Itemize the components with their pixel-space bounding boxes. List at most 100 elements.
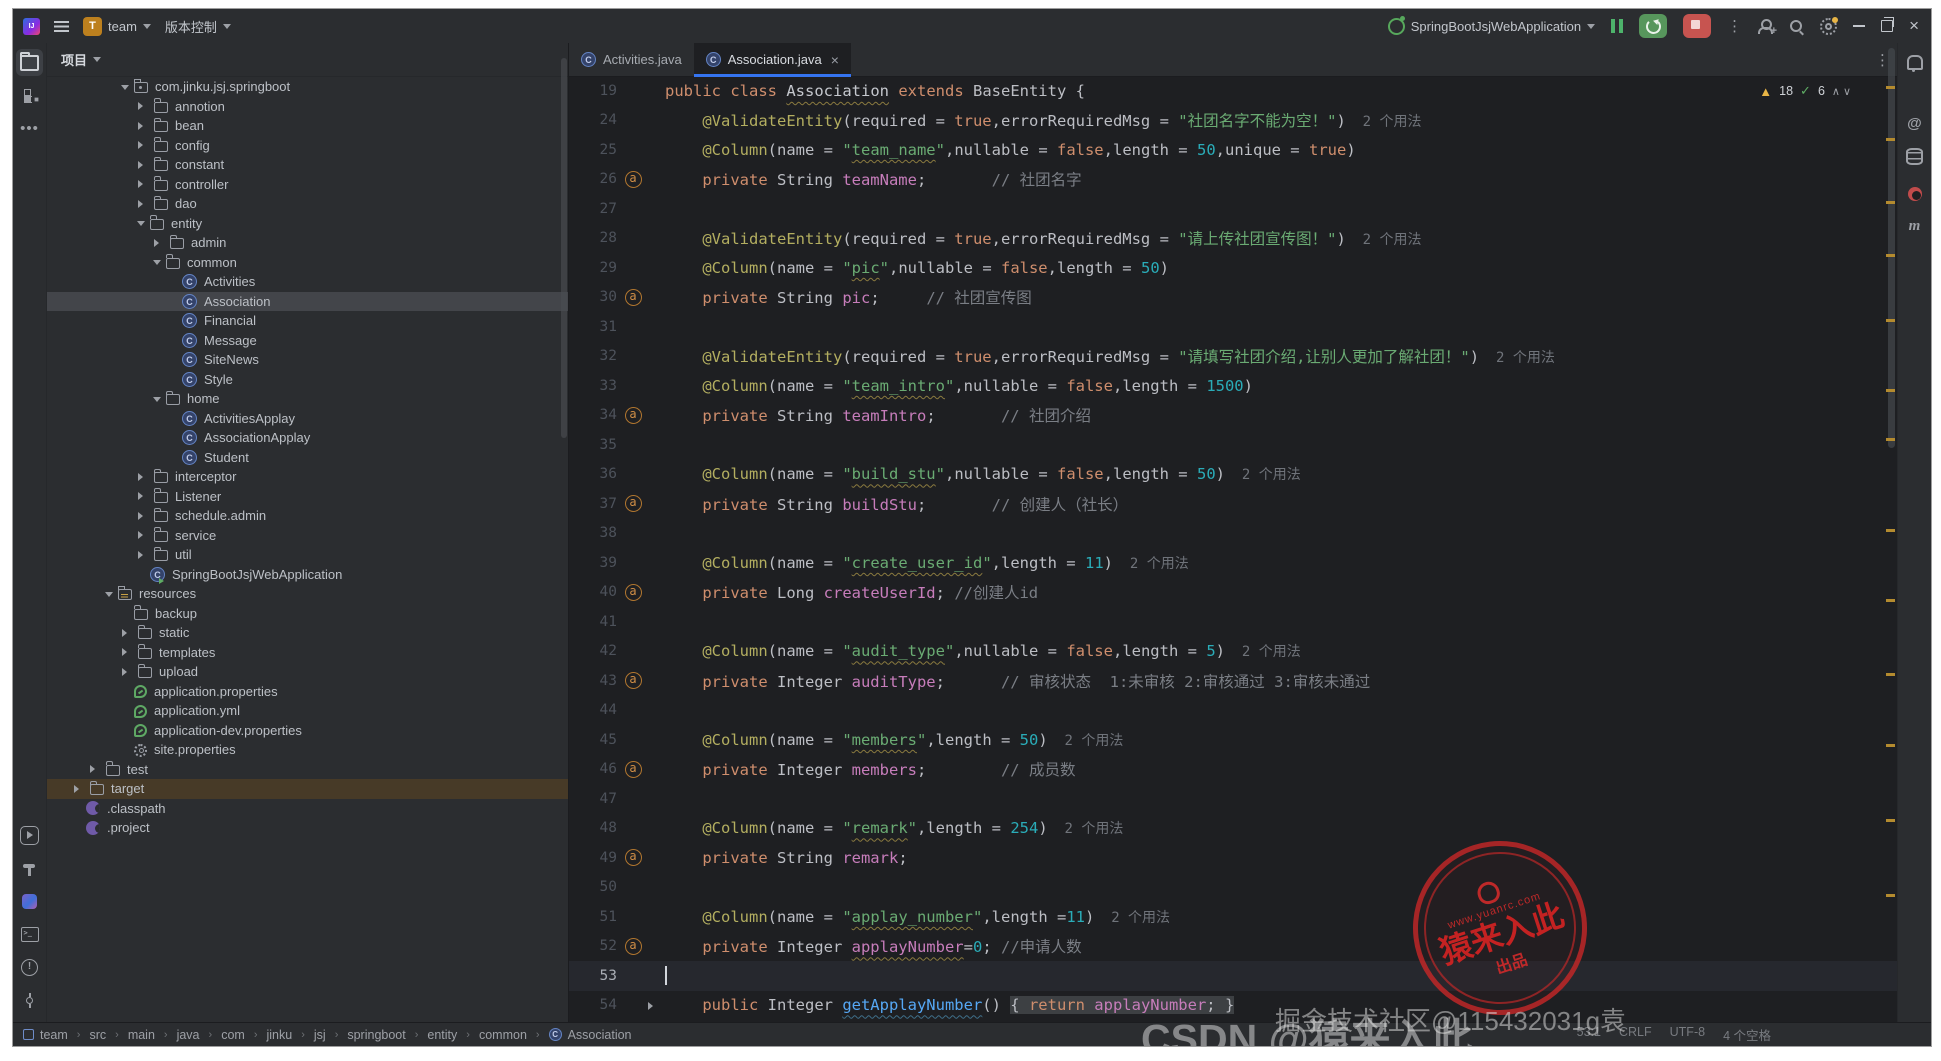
tree-chevron-icon[interactable] [90,765,99,774]
tree-item-upload[interactable]: upload [47,662,568,682]
warning-stripe-mark[interactable] [1886,201,1895,204]
tree-chevron-icon[interactable] [121,84,129,94]
annotation-gutter-icon[interactable]: a [621,583,645,601]
vcs-widget[interactable]: 版本控制 [165,17,231,36]
breadcrumb-item-main[interactable]: main [128,1028,155,1042]
tree-item-bean[interactable]: bean [47,116,568,136]
project-widget[interactable]: T team [83,16,151,36]
maven-tool-button[interactable]: m [1901,213,1928,240]
tree-item-site.properties[interactable]: site.properties [47,740,568,760]
mentions-tool-button[interactable]: @ [1901,110,1928,137]
pause-icon[interactable] [1611,19,1624,33]
warning-stripe-mark[interactable] [1886,599,1895,602]
close-tab-icon[interactable]: × [831,52,839,68]
annotation-gutter-icon[interactable]: a [621,495,645,513]
file-encoding[interactable]: UTF-8 [1670,1025,1705,1044]
tree-chevron-icon[interactable] [138,550,147,559]
tree-item-Listener[interactable]: Listener [47,487,568,507]
notifications-tool-button[interactable] [1901,49,1928,76]
tree-item-entity[interactable]: entity [47,214,568,234]
code-line-29[interactable]: 29 @Column(name = "pic",nullable = false… [569,253,1898,283]
tree-item-config[interactable]: config [47,136,568,156]
code-line-32[interactable]: 32 @ValidateEntity(required = true,error… [569,342,1898,372]
tree-item-SiteNews[interactable]: C SiteNews [47,350,568,370]
inspection-widget[interactable]: ▲ 18 ✓ 6 ∧∨ [1759,83,1854,99]
code-line-37[interactable]: 37 a private String buildStu; // 创建人（社长） [569,489,1898,519]
warning-stripe-mark[interactable] [1886,438,1895,441]
tree-chevron-icon[interactable] [138,511,147,520]
structure-tool-button[interactable] [16,82,43,109]
code-view[interactable]: 19 public class Association extends BaseE… [569,76,1898,1022]
run-configuration-widget[interactable]: SpringBootJsjWebApplication [1387,15,1596,35]
project-tool-button[interactable] [16,49,43,76]
tree-chevron-icon[interactable] [137,221,145,230]
annotation-gutter-icon[interactable]: a [621,170,645,188]
code-line-51[interactable]: 51 @Column(name = "applay_number",length… [569,902,1898,932]
tree-chevron-icon[interactable] [153,396,161,406]
tree-item-com.jinku.jsj.springboot[interactable]: com.jinku.jsj.springboot [47,77,568,97]
indent-setting[interactable]: 4 个空格 [1723,1025,1771,1044]
add-user-icon[interactable] [1758,18,1777,37]
breadcrumb-item-jinku[interactable]: jinku [266,1028,292,1042]
code-line-45[interactable]: 45 @Column(name = "members",length = 50)… [569,725,1898,755]
code-line-35[interactable]: 35 [569,430,1898,460]
tree-item-interceptor[interactable]: interceptor [47,467,568,487]
more-actions-icon[interactable]: ⋮ [1727,17,1742,35]
warning-stripe-mark[interactable] [1886,529,1895,532]
tab-Association.java[interactable]: C Association.java × [693,43,852,77]
code-line-42[interactable]: 42 @Column(name = "audit_type",nullable … [569,637,1898,667]
project-panel-header[interactable]: 项目 [47,43,568,77]
breadcrumb-item-jsj[interactable]: jsj [314,1028,326,1042]
tree-chevron-icon[interactable] [153,260,161,269]
maximize-icon[interactable] [1881,17,1895,32]
code-line-40[interactable]: 40 a private Long createUserId; //创建人id [569,578,1898,608]
breadcrumb-item-common[interactable]: common [479,1028,527,1042]
warning-stripe-mark[interactable] [1886,744,1895,747]
tree-chevron-icon[interactable] [138,199,147,208]
tree-item-backup[interactable]: backup [47,604,568,624]
code-line-47[interactable]: 47 [569,784,1898,814]
settings-gear-icon[interactable] [1820,16,1839,35]
tree-chevron-icon[interactable] [105,591,113,601]
breadcrumb-item-Association[interactable]: C Association [548,1028,632,1042]
tree-item-Style[interactable]: C Style [47,370,568,390]
breadcrumb-item-team[interactable]: team [23,1028,68,1042]
warning-stripe-mark[interactable] [1886,254,1895,257]
tab-Activities.java[interactable]: C Activities.java [569,43,694,76]
more-tool-windows-button[interactable]: ••• [16,115,43,142]
breadcrumb-item-src[interactable]: src [89,1028,106,1042]
database-tool-button[interactable] [1901,143,1928,170]
annotation-gutter-icon[interactable]: a [621,672,645,690]
tree-chevron-icon[interactable] [138,180,147,189]
tree-item-AssociationApplay[interactable]: C AssociationApplay [47,428,568,448]
code-line-44[interactable]: 44 [569,696,1898,726]
warning-stripe-mark[interactable] [1886,389,1895,392]
code-line-48[interactable]: 48 @Column(name = "remark",length = 254)… [569,814,1898,844]
tree-chevron-icon[interactable] [138,492,147,501]
code-line-27[interactable]: 27 [569,194,1898,224]
warning-stripe-mark[interactable] [1886,319,1895,322]
code-line-28[interactable]: 28 @ValidateEntity(required = true,error… [569,224,1898,254]
tree-chevron-icon[interactable] [122,667,131,676]
tree-item-constant[interactable]: constant [47,155,568,175]
tree-item-Activities[interactable]: C Activities [47,272,568,292]
tree-item-annotion[interactable]: annotion [47,97,568,117]
code-line-19[interactable]: 19 public class Association extends BaseE… [569,76,1898,106]
code-line-30[interactable]: 30 a private String pic; // 社团宣传图 [569,283,1898,313]
tree-item-.classpath[interactable]: .classpath [47,799,568,819]
tree-chevron-icon[interactable] [154,238,163,247]
code-line-46[interactable]: 46 a private Integer members; // 成员数 [569,755,1898,785]
tree-item-common[interactable]: common [47,253,568,273]
tree-chevron-icon[interactable] [138,102,147,111]
code-line-41[interactable]: 41 [569,607,1898,637]
code-line-33[interactable]: 33 @Column(name = "team_intro",nullable … [569,371,1898,401]
terminal-tool-button[interactable] [16,921,43,948]
tree-item-resources[interactable]: resources [47,584,568,604]
search-icon[interactable] [1789,19,1804,34]
breadcrumb-item-entity[interactable]: entity [427,1028,457,1042]
tree-chevron-icon[interactable] [138,160,147,169]
tree-item-dao[interactable]: dao [47,194,568,214]
minimize-icon[interactable] [1853,25,1866,27]
tree-item-admin[interactable]: admin [47,233,568,253]
tree-chevron-icon[interactable] [138,531,147,540]
